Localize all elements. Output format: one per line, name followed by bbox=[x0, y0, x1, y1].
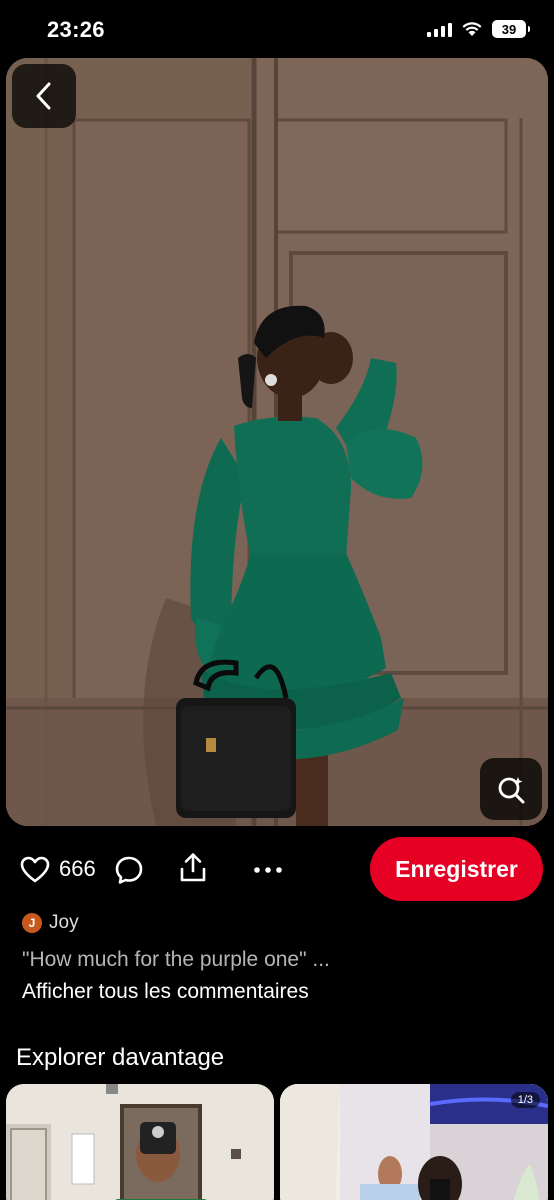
heart-icon[interactable] bbox=[20, 855, 50, 885]
chevron-left-icon bbox=[36, 82, 51, 110]
status-icons: 39 bbox=[427, 20, 530, 38]
cellular-signal-icon bbox=[427, 21, 452, 37]
section-title: Explorer davantage bbox=[16, 1044, 225, 1071]
wifi-icon bbox=[462, 22, 482, 36]
pin-thumbnail bbox=[280, 1084, 548, 1200]
see-all-comments-link[interactable]: Afficher tous les commentaires bbox=[22, 980, 309, 1004]
comment-author[interactable]: J Joy bbox=[22, 912, 79, 934]
explore-pin-card[interactable] bbox=[6, 1084, 274, 1200]
pin-thumbnail bbox=[6, 1084, 274, 1200]
comment-icon[interactable] bbox=[114, 855, 144, 885]
status-bar: 23:26 39 bbox=[0, 0, 554, 58]
more-options-icon[interactable] bbox=[252, 855, 284, 885]
explore-pin-card[interactable]: 1/3 bbox=[280, 1084, 548, 1200]
back-button[interactable] bbox=[12, 64, 76, 128]
avatar: J bbox=[22, 913, 42, 933]
visual-search-icon bbox=[498, 777, 525, 804]
save-button[interactable]: Enregistrer bbox=[370, 837, 543, 901]
status-time: 23:26 bbox=[47, 17, 105, 42]
action-bar: 666 Enregistrer bbox=[0, 837, 554, 903]
pin-photo bbox=[6, 58, 548, 826]
comment-text: "How much for the purple one" ... bbox=[22, 948, 330, 971]
pin-image[interactable] bbox=[6, 58, 548, 826]
battery-icon: 39 bbox=[492, 20, 530, 38]
carousel-page-indicator: 1/3 bbox=[510, 1092, 540, 1108]
like-count: 666 bbox=[59, 856, 96, 881]
author-name: Joy bbox=[49, 912, 79, 933]
share-icon[interactable] bbox=[178, 852, 208, 884]
visual-search-button[interactable] bbox=[480, 758, 542, 820]
